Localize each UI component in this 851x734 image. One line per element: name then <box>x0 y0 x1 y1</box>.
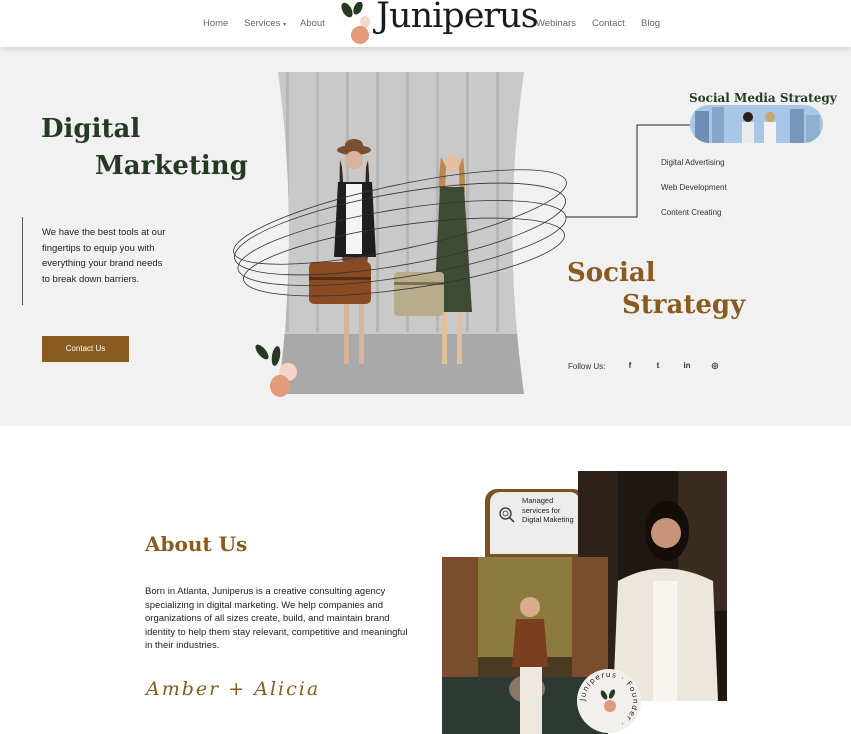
contact-us-button[interactable]: Contact Us <box>42 336 129 362</box>
hero-divider <box>22 217 23 305</box>
service-link-web-development[interactable]: Web Development <box>661 183 727 192</box>
founders-signature: Amber + Alicia <box>146 678 321 700</box>
search-icon <box>499 507 515 523</box>
hero-title-line2: Marketing <box>95 151 248 181</box>
nav-webinars[interactable]: Webinars <box>536 18 576 29</box>
logo-wordmark[interactable]: Juniperus <box>376 0 539 36</box>
nav-services[interactable]: Services ▾ <box>244 18 286 29</box>
social-title-line1: Social <box>567 258 656 288</box>
about-description: Born in Atlanta, Juniperus is a creative… <box>145 586 408 651</box>
logo-leaf-icon <box>341 2 370 44</box>
social-media-strategy-heading: Social Media Strategy <box>689 91 837 105</box>
service-link-content-creating[interactable]: Content Creating <box>661 208 721 217</box>
founder-badge: Juniperus · Founder · <box>577 669 641 733</box>
service-link-digital-advertising[interactable]: Digital Advertising <box>661 158 725 167</box>
instagram-icon[interactable]: ◎ <box>708 360 722 372</box>
nav-services-label: Services <box>244 18 281 29</box>
hero-title-line1: Digital <box>41 114 141 144</box>
chevron-down-icon: ▾ <box>283 22 287 28</box>
hero-section: Digital Marketing We have the best tools… <box>0 47 851 426</box>
facebook-icon[interactable]: f <box>623 360 637 372</box>
hero-photo <box>278 72 524 394</box>
nav-home[interactable]: Home <box>203 18 228 29</box>
about-title: About Us <box>145 532 248 556</box>
nav-about[interactable]: About <box>300 18 325 29</box>
social-title-line2: Strategy <box>622 290 746 320</box>
linkedin-icon[interactable]: in <box>680 360 694 372</box>
twitter-icon[interactable]: t <box>651 360 665 372</box>
site-header: Home Services ▾ About Juniperus Webinars… <box>0 0 851 47</box>
follow-us-label: Follow Us: <box>568 362 606 371</box>
team-pill-photo <box>690 105 823 143</box>
hero-description: We have the best tools at our fingertips… <box>42 227 166 285</box>
nav-contact[interactable]: Contact <box>592 18 625 29</box>
services-card-text: Managed services for Digtal Maketing <box>522 496 574 524</box>
nav-blog[interactable]: Blog <box>641 18 660 29</box>
